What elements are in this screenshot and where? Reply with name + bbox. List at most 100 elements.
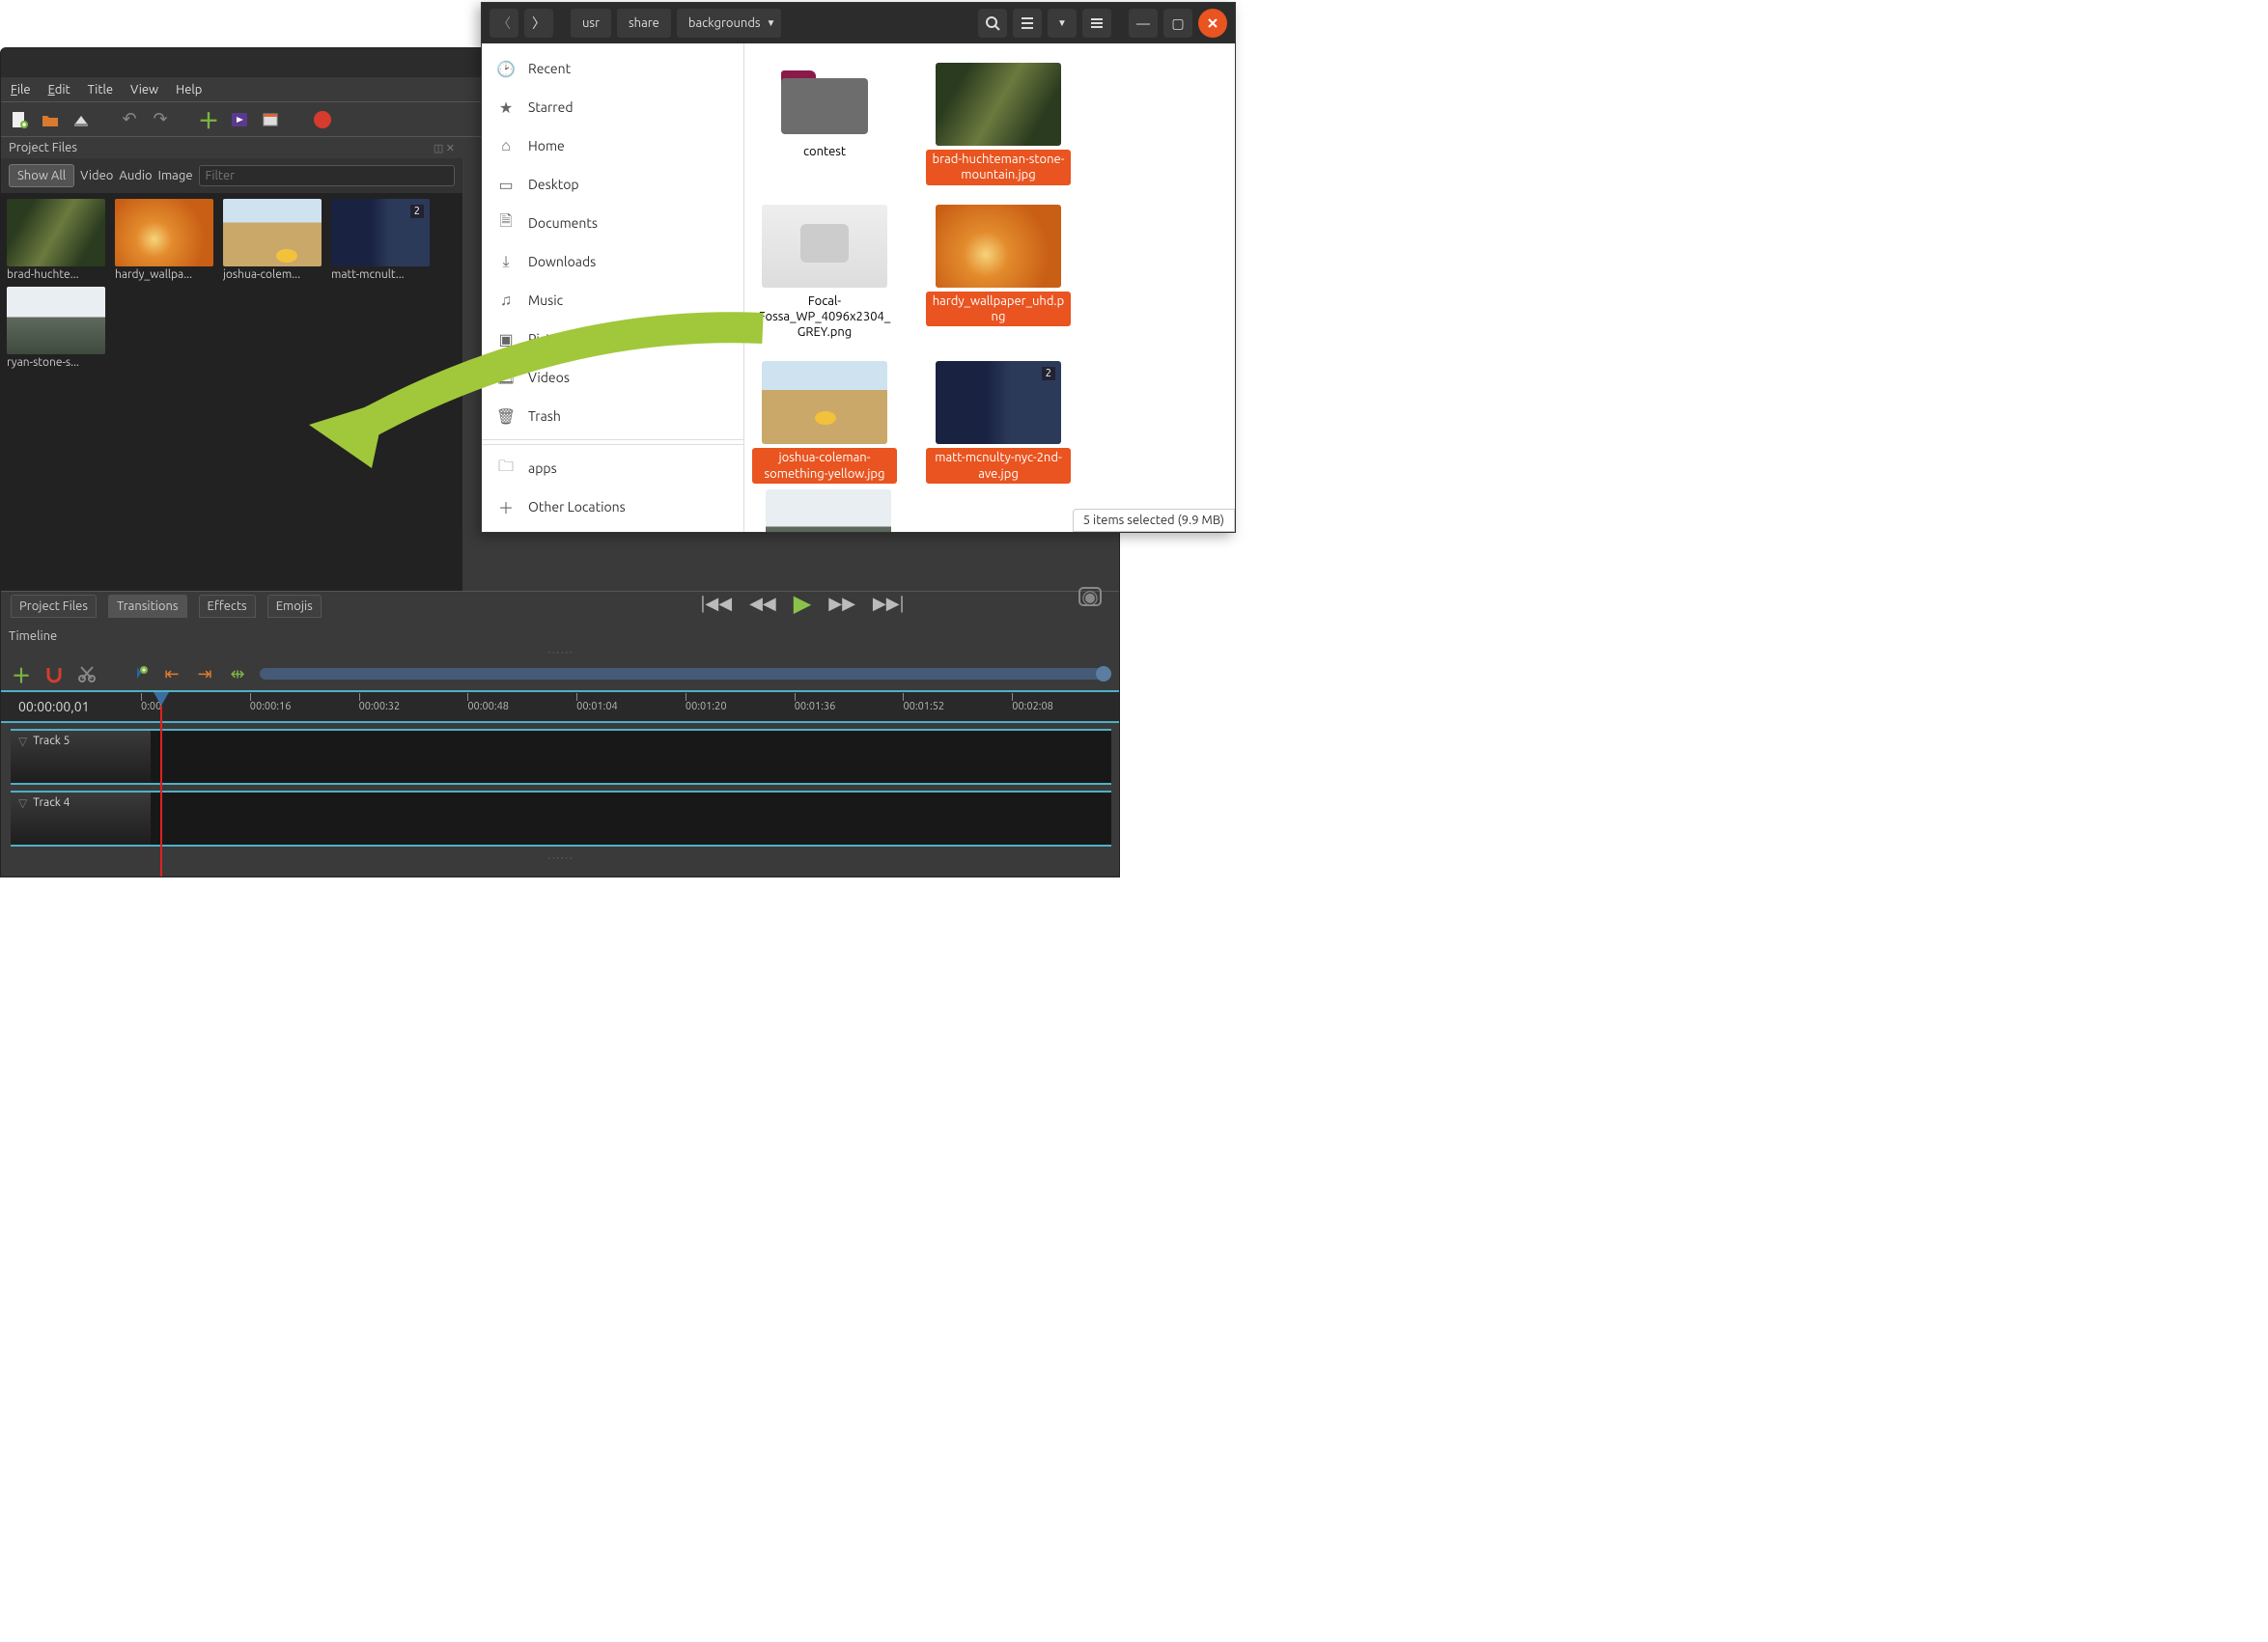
folder-item[interactable]: contest <box>752 63 897 185</box>
sidebar-item-trash[interactable]: 🗑Trash <box>482 397 743 435</box>
playback-controls: |◀◀ ◀◀ ▶ ▶▶ ▶▶| <box>484 584 1120 623</box>
zoom-slider[interactable] <box>260 668 1111 680</box>
sidebar-item-home[interactable]: ⌂Home <box>482 126 743 165</box>
sidebar-item-starred[interactable]: ★Starred <box>482 88 743 126</box>
file-item[interactable]: Focal-Fossa_WP_4096x2304_GREY.png <box>752 205 897 343</box>
jump-start-icon[interactable]: |◀◀ <box>701 594 733 614</box>
profile-icon[interactable] <box>229 109 250 130</box>
play-icon[interactable]: ▶ <box>794 590 811 617</box>
project-files-title: Project Files <box>9 141 77 154</box>
track-header[interactable]: ▽Track 4 <box>11 793 151 845</box>
path-usr[interactable]: usr <box>571 9 611 38</box>
panel-drag-handle-bottom[interactable]: ······ <box>1 852 1120 863</box>
sidebar-label: apps <box>528 460 557 476</box>
filter-image[interactable]: Image <box>158 169 193 182</box>
playhead-icon[interactable] <box>154 692 169 706</box>
razor-icon[interactable] <box>76 663 98 684</box>
sidebar-item-desktop[interactable]: ▭Desktop <box>482 165 743 204</box>
search-icon[interactable] <box>978 9 1007 38</box>
sidebar-item-apps[interactable]: 🗀apps <box>482 449 743 487</box>
file-thumbnail <box>936 63 1061 146</box>
filter-input[interactable] <box>199 165 455 186</box>
files-sidebar: 🕑Recent★Starred⌂Home▭Desktop🗎Documents⤓D… <box>482 43 744 532</box>
project-file-item[interactable]: hardy_wallpa... <box>115 199 219 283</box>
undo-icon[interactable]: ↶ <box>119 109 140 130</box>
path-share[interactable]: share <box>617 9 671 38</box>
project-files-grid[interactable]: brad-huchte...hardy_wallpa...joshua-cole… <box>1 193 462 591</box>
prev-marker-icon[interactable]: ⇤ <box>161 663 182 684</box>
back-button[interactable]: 〈 <box>490 9 518 38</box>
redo-icon[interactable]: ↷ <box>150 109 171 130</box>
open-project-icon[interactable] <box>40 109 61 130</box>
files-grid[interactable]: contestbrad-huchteman-stone-mountain.jpg… <box>744 43 1235 532</box>
menu-help[interactable]: Help <box>176 83 202 97</box>
timecode: 00:00:00,01 <box>1 699 141 714</box>
menu-file[interactable]: File <box>11 83 31 97</box>
rewind-icon[interactable]: ◀◀ <box>749 594 776 614</box>
sidebar-item-downloads[interactable]: ⤓Downloads <box>482 242 743 281</box>
sidebar-icon: 🗑 <box>497 407 515 426</box>
fullscreen-icon[interactable] <box>260 109 281 130</box>
center-playhead-icon[interactable]: ⇹ <box>227 663 248 684</box>
view-list-icon[interactable] <box>1013 9 1042 38</box>
file-item[interactable]: matt-mcnulty-nyc-2nd-ave.jpg <box>926 361 1071 484</box>
filter-audio[interactable]: Audio <box>119 169 152 182</box>
forward-icon[interactable]: ▶▶ <box>828 594 855 614</box>
thumbnail-label: ryan-stone-s... <box>7 354 111 371</box>
timeline-ruler[interactable]: 00:00:00,01 0:0000:00:1600:00:3200:00:48… <box>1 690 1120 723</box>
close-button[interactable] <box>1198 9 1227 38</box>
project-file-item[interactable]: matt-mcnult... <box>331 199 435 283</box>
tab-project-files[interactable]: Project Files <box>11 595 97 618</box>
timeline-track[interactable]: ▽Track 4 <box>11 791 1111 847</box>
tab-emojis[interactable]: Emojis <box>267 595 322 618</box>
maximize-button[interactable]: ▢ <box>1163 9 1192 38</box>
project-file-item[interactable]: brad-huchte... <box>7 199 111 283</box>
sidebar-item-music[interactable]: ♫Music <box>482 281 743 320</box>
file-item[interactable]: joshua-coleman-something-yellow.jpg <box>752 361 897 484</box>
new-project-icon[interactable] <box>9 109 30 130</box>
timeline-track[interactable]: ▽Track 5 <box>11 729 1111 785</box>
snap-icon[interactable] <box>43 663 65 684</box>
file-item[interactable]: hardy_wallpaper_uhd.png <box>926 205 1071 343</box>
files-titlebar: 〈 〉 usr share backgrounds ▼ ▼ — ▢ <box>482 3 1235 43</box>
menu-title[interactable]: Title <box>88 83 113 97</box>
sidebar-label: Starred <box>528 99 574 115</box>
track-body[interactable] <box>151 731 1111 783</box>
sidebar-item-documents[interactable]: 🗎Documents <box>482 204 743 242</box>
file-item[interactable] <box>756 489 901 532</box>
import-files-icon[interactable]: ＋ <box>198 109 219 130</box>
tab-transitions[interactable]: Transitions <box>108 595 187 618</box>
save-project-icon[interactable] <box>70 109 92 130</box>
snapshot-icon[interactable]: ◉ <box>1078 587 1102 606</box>
view-dropdown-icon[interactable]: ▼ <box>1048 9 1077 38</box>
add-track-icon[interactable]: ＋ <box>11 663 32 684</box>
tab-effects[interactable]: Effects <box>199 595 256 618</box>
sidebar-item-recent[interactable]: 🕑Recent <box>482 49 743 88</box>
ruler-tick: 00:01:04 <box>576 701 686 712</box>
file-thumbnail <box>762 361 887 444</box>
menu-edit[interactable]: Edit <box>48 83 70 97</box>
sidebar-item-pictures[interactable]: ▣Pictures <box>482 320 743 358</box>
path-backgrounds[interactable]: backgrounds ▼ <box>677 9 782 38</box>
track-header[interactable]: ▽Track 5 <box>11 731 151 783</box>
export-video-icon[interactable] <box>312 109 333 130</box>
menu-view[interactable]: View <box>130 83 158 97</box>
project-file-item[interactable]: joshua-colem... <box>223 199 327 283</box>
forward-button[interactable]: 〉 <box>524 9 553 38</box>
panel-controls[interactable]: ◫ ✕ <box>434 142 455 154</box>
file-item[interactable]: brad-huchteman-stone-mountain.jpg <box>926 63 1071 185</box>
add-marker-icon[interactable] <box>128 663 150 684</box>
minimize-button[interactable]: — <box>1129 9 1158 38</box>
sidebar-item-other-locations[interactable]: ＋Other Locations <box>482 487 743 526</box>
track-body[interactable] <box>151 793 1111 845</box>
filter-video[interactable]: Video <box>80 169 113 182</box>
next-marker-icon[interactable]: ⇥ <box>194 663 215 684</box>
sidebar-label: Other Locations <box>528 499 626 515</box>
panel-drag-handle[interactable]: ······ <box>1 647 1120 657</box>
jump-end-icon[interactable]: ▶▶| <box>873 594 905 614</box>
filter-show-all[interactable]: Show All <box>9 164 74 187</box>
sidebar-icon: 🕑 <box>497 60 515 78</box>
project-file-item[interactable]: ryan-stone-s... <box>7 287 111 371</box>
sidebar-item-videos[interactable]: 🎞Videos <box>482 358 743 397</box>
hamburger-menu-icon[interactable] <box>1082 9 1111 38</box>
